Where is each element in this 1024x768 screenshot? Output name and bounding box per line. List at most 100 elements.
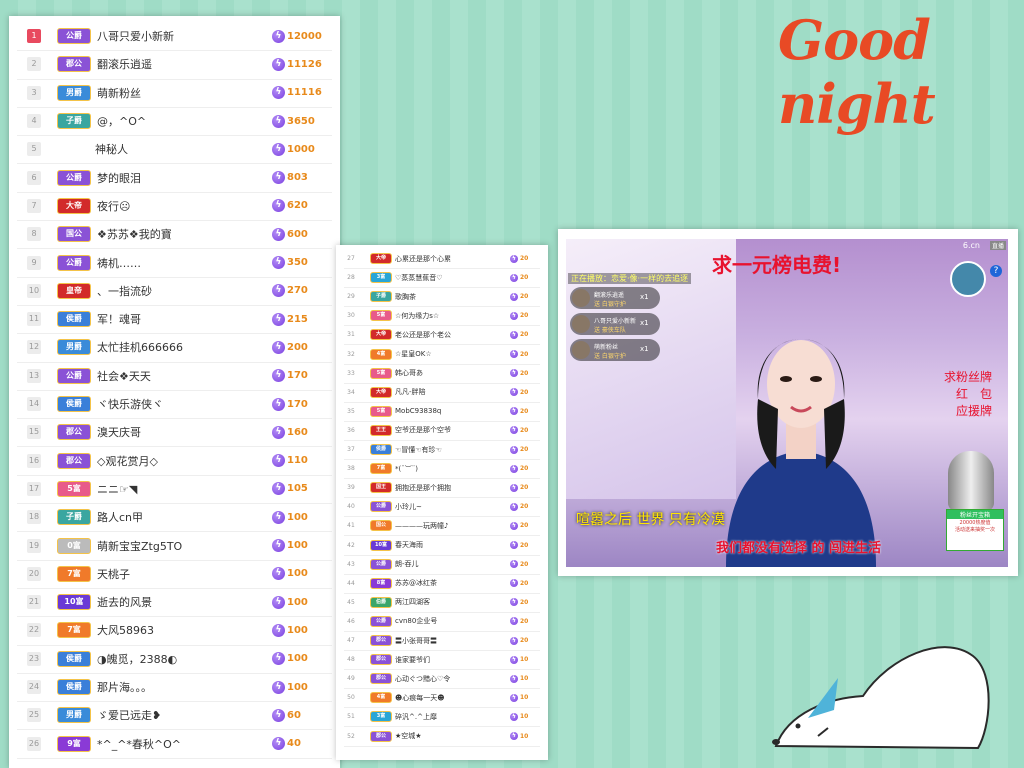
leaderboard-row[interactable]: 28 3富 ♡蒸蒸慧蕉音♡ ϟ 20 — [344, 268, 540, 289]
user-name[interactable]: 拥抱还是那个拥抱 — [395, 483, 510, 493]
leaderboard-row[interactable]: 22 7富 大风58963 ϟ 100 — [17, 616, 332, 646]
leaderboard-row[interactable]: 40 公爵 小玲儿~ ϟ 20 — [344, 497, 540, 518]
user-name[interactable]: 天桃子 — [97, 566, 272, 582]
leaderboard-row[interactable]: 25 男爵 ゞ爱已远走❥ ϟ 60 — [17, 701, 332, 731]
user-name[interactable]: 军！魂哥 — [97, 311, 272, 327]
user-name[interactable]: 溴天庆哥 — [97, 424, 272, 440]
user-name[interactable]: 太忙挂机666666 — [97, 339, 272, 355]
leaderboard-row[interactable]: 36 王王 空爷还是那个空爷 ϟ 20 — [344, 421, 540, 441]
user-name[interactable]: 老公还是那个老公 — [395, 330, 510, 340]
leaderboard-row[interactable]: 20 7富 天桃子 ϟ 100 — [17, 560, 332, 589]
leaderboard-row[interactable]: 3 男爵 萌新粉丝 ϟ 11116 — [17, 79, 332, 108]
leaderboard-row[interactable]: 6 公爵 梦的眼泪 ϟ 803 — [17, 164, 332, 193]
user-name[interactable]: 神秘人 — [95, 141, 272, 157]
leaderboard-row[interactable]: 14 侯爵 ヾ快乐游侠ヾ ϟ 170 — [17, 390, 332, 420]
user-name[interactable]: 路人cn甲 — [97, 509, 272, 525]
user-name[interactable]: cvn80企业号 — [395, 616, 510, 626]
leaderboard-row[interactable]: 7 大帝 夜行☹ ϟ 620 — [17, 192, 332, 222]
live-button[interactable]: 直播 — [989, 241, 1006, 250]
leaderboard-row[interactable]: 12 男爵 太忙挂机666666 ϟ 200 — [17, 333, 332, 363]
leaderboard-row[interactable]: 37 侯爵 ☜冒懂☜有珍☜ ϟ 20 — [344, 440, 540, 461]
user-name[interactable]: 两江四湖客 — [395, 597, 510, 607]
leaderboard-row[interactable]: 21 10富 逝去的风景 ϟ 100 — [17, 588, 332, 618]
user-name[interactable]: MobC93838q — [395, 407, 510, 415]
leaderboard-row[interactable]: 24 侯爵 那片海。。。 ϟ 100 — [17, 673, 332, 703]
user-name[interactable]: 苏苏@冰红茶 — [395, 578, 510, 588]
leaderboard-row[interactable]: 17 5富 ニニ☞◥ ϟ 105 — [17, 475, 332, 505]
user-name[interactable]: 萌新粉丝 — [97, 85, 272, 101]
user-name[interactable]: @，^O^ — [97, 113, 272, 129]
user-name[interactable]: ————玩两幢♪ — [395, 521, 510, 531]
user-name[interactable]: 梦的眼泪 — [97, 170, 272, 186]
leaderboard-row[interactable]: 29 子爵 歌胸茶 ϟ 20 — [344, 287, 540, 308]
leaderboard-row[interactable]: 11 侯爵 军！魂哥 ϟ 215 — [17, 305, 332, 335]
leaderboard-row[interactable]: 15 郡公 溴天庆哥 ϟ 160 — [17, 418, 332, 448]
leaderboard-row[interactable]: 41 国公 ————玩两幢♪ ϟ 20 — [344, 516, 540, 537]
leaderboard-row[interactable]: 26 9富 *^_^*春秋^O^ ϟ 40 — [17, 730, 332, 759]
user-name[interactable]: ☆星皇OK☆ — [395, 349, 510, 359]
leaderboard-row[interactable]: 1 公爵 八哥只爱小新新 ϟ 12000 — [17, 22, 332, 52]
leaderboard-row[interactable]: 32 4富 ☆星皇OK☆ ϟ 20 — [344, 345, 540, 365]
user-name[interactable]: 那片海。。。 — [97, 679, 272, 695]
leaderboard-row[interactable]: 18 子爵 路人cn甲 ϟ 100 — [17, 503, 332, 533]
leaderboard-row[interactable]: 49 郡公 心动ぐつ黯心♡令 ϟ 10 — [344, 669, 540, 690]
leaderboard-row[interactable]: 35 5富 MobC93838q ϟ 20 — [344, 402, 540, 422]
leaderboard-row[interactable]: 13 公爵 社会❖天天 ϟ 170 — [17, 362, 332, 391]
user-name[interactable]: 碎汎^.^上靡 — [395, 712, 510, 722]
leaderboard-row[interactable]: 43 公爵 朗-吞儿 ϟ 20 — [344, 555, 540, 575]
user-name[interactable]: ♡蒸蒸慧蕉音♡ — [395, 273, 510, 283]
leaderboard-row[interactable]: 10 皇帝 、一指流砂 ϟ 270 — [17, 277, 332, 306]
user-name[interactable]: ヾ快乐游侠ヾ — [97, 396, 272, 412]
leaderboard-row[interactable]: 46 公爵 cvn80企业号 ϟ 20 — [344, 612, 540, 632]
leaderboard-row[interactable]: 44 8富 苏苏@冰红茶 ϟ 20 — [344, 574, 540, 594]
user-name[interactable]: *(¨︶¨) — [395, 464, 510, 474]
leaderboard-row[interactable]: 27 大帝 心累还是那个心累 ϟ 20 — [344, 249, 540, 270]
leaderboard-row[interactable]: 45 伯爵 两江四湖客 ϟ 20 — [344, 593, 540, 613]
user-name[interactable]: 社会❖天天 — [97, 368, 272, 384]
leaderboard-row[interactable]: 16 郡公 ◇观花赏月◇ ϟ 110 — [17, 447, 332, 476]
leaderboard-row[interactable]: 39 国王 拥抱还是那个拥抱 ϟ 20 — [344, 478, 540, 499]
user-name[interactable]: ニニ☞◥ — [97, 481, 272, 497]
user-name[interactable]: 心累还是那个心累 — [395, 254, 510, 264]
leaderboard-row[interactable]: 34 大帝 凡凡-胖陪 ϟ 20 — [344, 383, 540, 403]
user-name[interactable]: *^_^*春秋^O^ — [97, 736, 272, 752]
user-name[interactable]: 春天海雨 — [395, 540, 510, 550]
user-name[interactable]: ☆何为缘力s☆ — [395, 311, 510, 321]
leaderboard-row[interactable]: 51 3富 碎汎^.^上靡 ϟ 10 — [344, 707, 540, 728]
user-name[interactable]: 、一指流砂 — [97, 283, 272, 299]
leaderboard-row[interactable]: 50 4富 ☻心痕每一天☻ ϟ 10 — [344, 688, 540, 709]
user-name[interactable]: ❖苏苏❖我的寶 — [97, 226, 272, 242]
user-name[interactable]: 歌胸茶 — [395, 292, 510, 302]
user-name[interactable]: 谁家要爷们 — [395, 655, 510, 665]
user-name[interactable]: 夜行☹ — [97, 198, 272, 214]
user-name[interactable]: ゞ爱已远走❥ — [97, 707, 272, 723]
leaderboard-row[interactable]: 2 郡公 翻滚乐逍遥 ϟ 11126 — [17, 50, 332, 80]
leaderboard-row[interactable]: 9 公爵 祷机…… ϟ 350 — [17, 248, 332, 278]
leaderboard-row[interactable]: 8 国公 ❖苏苏❖我的寶 ϟ 600 — [17, 220, 332, 250]
user-name[interactable]: 小玲儿~ — [395, 502, 510, 512]
user-name[interactable]: 八哥只爱小新新 — [97, 28, 272, 44]
leaderboard-row[interactable]: 31 大帝 老公还是那个老公 ϟ 20 — [344, 325, 540, 346]
user-name[interactable]: ☻心痕每一天☻ — [395, 693, 510, 703]
user-name[interactable]: 逝去的风景 — [97, 594, 272, 610]
user-name[interactable]: ◑魄觅，2388◐ — [97, 651, 272, 667]
help-icon[interactable]: ? — [990, 265, 1002, 277]
user-name[interactable]: 萌新宝宝Ztg5TO — [97, 538, 272, 554]
video-frame[interactable]: 求一元榜电费! 6.cn 直播 正在播放：恋爱·像·一样的去追逐 翻滚乐逍遥送 … — [566, 239, 1008, 567]
user-name[interactable]: 朗-吞儿 — [395, 559, 510, 569]
user-name[interactable]: 祷机…… — [97, 255, 272, 271]
leaderboard-row[interactable]: 48 郡公 谁家要爷们 ϟ 10 — [344, 650, 540, 671]
leaderboard-row[interactable]: 30 5富 ☆何为缘力s☆ ϟ 20 — [344, 306, 540, 327]
user-name[interactable]: 〓小张哥哥〓 — [395, 636, 510, 646]
fan-box-widget[interactable]: 粉丝开宝箱 20000热度值 活动送来抽奖一次 — [946, 509, 1004, 551]
user-name[interactable]: 大风58963 — [97, 622, 272, 638]
user-name[interactable]: ◇观花赏月◇ — [97, 453, 272, 469]
user-name[interactable]: 心动ぐつ黯心♡令 — [395, 674, 510, 684]
leaderboard-row[interactable]: 23 侯爵 ◑魄觅，2388◐ ϟ 100 — [17, 645, 332, 674]
leaderboard-row[interactable]: 4 子爵 @，^O^ ϟ 3650 — [17, 107, 332, 137]
leaderboard-row[interactable]: 5 ▲ 神秘人 ϟ 1000 — [17, 135, 332, 165]
host-avatar[interactable] — [950, 261, 986, 297]
leaderboard-row[interactable]: 52 郡公 ★空城★ ϟ 10 — [344, 727, 540, 747]
user-name[interactable]: 凡凡-胖陪 — [395, 387, 510, 397]
leaderboard-row[interactable]: 38 7富 *(¨︶¨) ϟ 20 — [344, 459, 540, 480]
